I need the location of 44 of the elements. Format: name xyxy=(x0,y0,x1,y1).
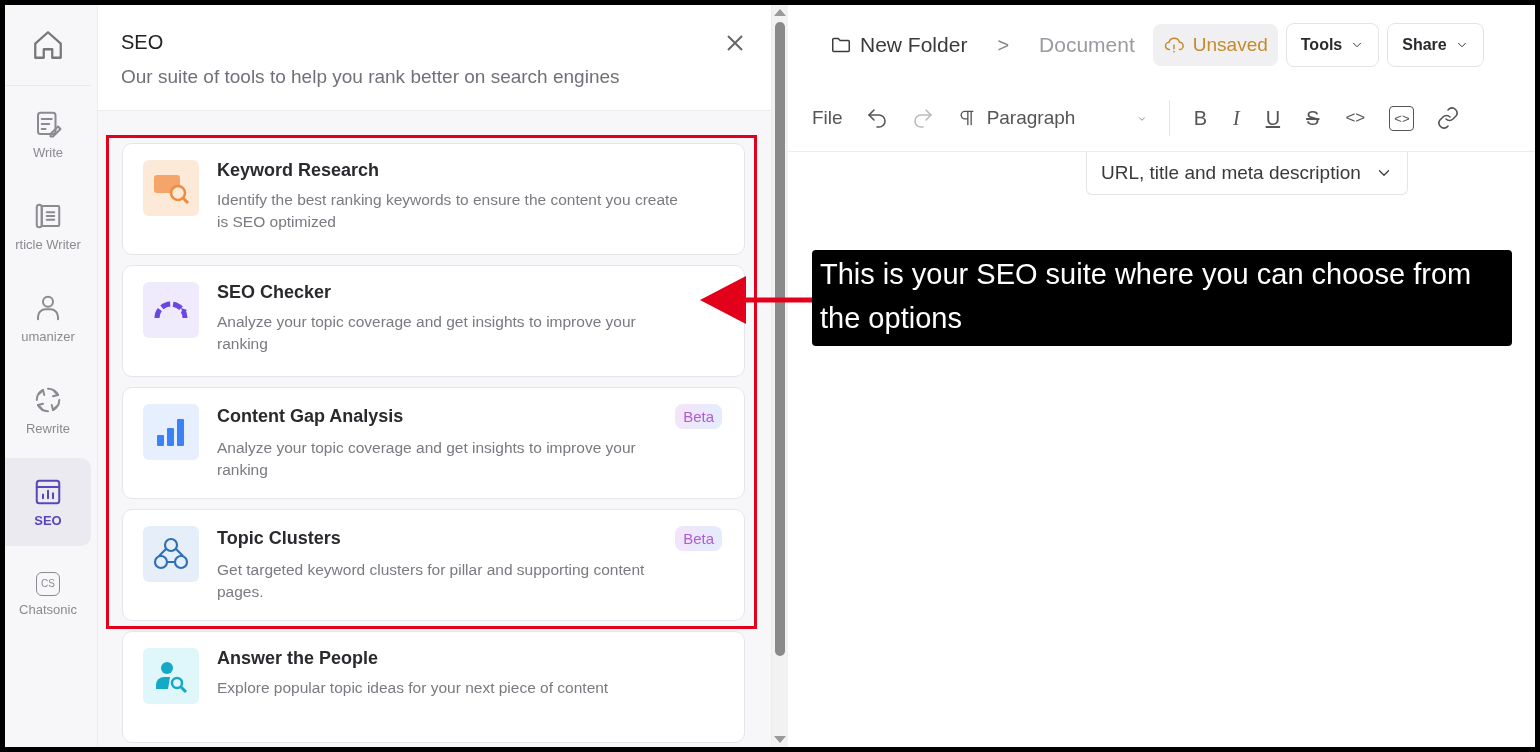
seo-meta-dropdown[interactable]: URL, title and meta description xyxy=(1086,152,1408,195)
beta-badge: Beta xyxy=(675,404,722,429)
tool-title: SEO Checker xyxy=(217,282,332,303)
sidebar-item[interactable]: SEO xyxy=(5,458,91,546)
code-button[interactable]: <> xyxy=(1343,108,1368,128)
scrollbar[interactable] xyxy=(772,5,788,747)
tool-title: Answer the People xyxy=(217,648,379,669)
chat-search-icon xyxy=(143,160,199,216)
underline-button[interactable]: U xyxy=(1263,106,1283,130)
callout-text: This is your SEO suite where you can choose from the options xyxy=(812,250,1512,346)
breadcrumb-separator: > xyxy=(997,33,1010,57)
link-icon xyxy=(1436,106,1461,130)
tool-card[interactable]: Content Gap Analysis Beta Analyze your topic coverage and get insights to improve your ranking xyxy=(122,387,745,499)
tool-card[interactable]: Topic Clusters Beta Get targeted keyword clusters for pillar and supporting content pages. xyxy=(122,509,745,621)
panel-title: SEO xyxy=(121,31,164,54)
linked-circles-icon xyxy=(143,526,199,582)
tools-button[interactable]: Tools xyxy=(1285,23,1380,67)
file-menu[interactable]: File xyxy=(812,107,843,129)
tool-card[interactable]: Keyword Research Identify the best ranking keywords to ensure the content you create is SEO optimized xyxy=(122,143,745,255)
bold-button[interactable]: B xyxy=(1191,106,1209,130)
person-search-icon xyxy=(143,648,199,704)
tool-description: Analyze your topic coverage and get insights to improve your ranking xyxy=(217,312,637,354)
strike-button[interactable]: S xyxy=(1304,106,1322,130)
tool-description: Get targeted keyword clusters for pillar and supporting content pages. xyxy=(217,560,646,602)
paragraph-style-select[interactable]: Paragraph xyxy=(956,107,1147,129)
home-icon xyxy=(31,28,65,62)
tool-title: Topic Clusters xyxy=(217,528,341,549)
gauge-icon xyxy=(143,282,199,338)
caret-icon xyxy=(1136,114,1147,124)
tool-card[interactable]: SEO Checker Analyze your topic coverage and get insights to improve your ranking xyxy=(122,265,745,377)
tool-description: Analyze your topic coverage and get insights to improve your ranking xyxy=(217,438,637,480)
beta-badge: Beta xyxy=(675,526,722,551)
tool-title: Keyword Research xyxy=(217,160,380,181)
tool-card[interactable]: Answer the People Explore popular topic ideas for your next piece of content xyxy=(122,631,745,743)
breadcrumb-folder[interactable]: New Folder xyxy=(830,33,968,57)
bar-chart-icon xyxy=(143,404,199,460)
share-button[interactable]: Share xyxy=(1387,23,1484,67)
chat-badge-icon: CS xyxy=(36,571,60,596)
italic-button[interactable]: I xyxy=(1230,106,1242,130)
panel-subtitle: Our suite of tools to help you rank better on search engines xyxy=(121,66,621,88)
tool-title: Content Gap Analysis xyxy=(217,406,404,427)
tool-description: Explore popular topic ideas for your next piece of content xyxy=(217,678,610,698)
codeblock-button[interactable]: <> xyxy=(1389,105,1415,131)
tool-description: Identify the best ranking keywords to ensure the content you create is SEO optimized xyxy=(217,190,679,232)
